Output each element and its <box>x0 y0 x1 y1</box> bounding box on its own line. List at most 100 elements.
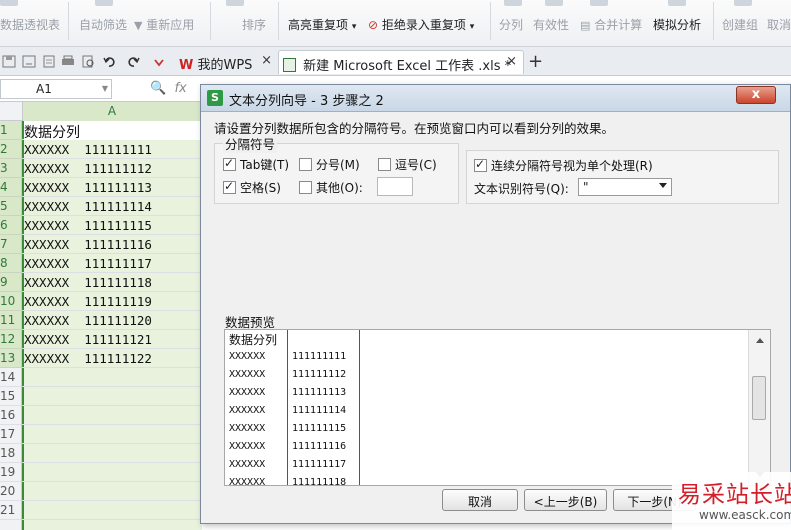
space-checkbox-box[interactable] <box>223 179 236 194</box>
dialog-title-bar[interactable]: S 文本分列向导 - 3 步骤之 2 <box>201 85 790 112</box>
column-header-a-label: A <box>107 104 117 118</box>
semicolon-checkbox-box[interactable] <box>299 158 312 171</box>
row-header[interactable]: 1 <box>0 121 21 140</box>
create-group-label: 创建组 <box>722 18 759 32</box>
other-checkbox[interactable]: 其他(O): <box>299 179 363 196</box>
data-preview-pane[interactable]: XXXXXX 111111118 XXXXXX 111111117 XXXXXX 1111… <box>224 329 771 486</box>
dialog-title: 文本分列向导 - 3 步骤之 2 <box>229 94 384 109</box>
close-tab-icon[interactable]: × <box>261 53 272 68</box>
cell[interactable]: XXXXXX 111111113 <box>24 178 152 197</box>
customize-toolbar-icon[interactable] <box>152 55 166 68</box>
cell[interactable]: XXXXXX 111111116 <box>24 235 152 254</box>
name-box-value: A1 <box>36 82 52 96</box>
other-checkbox-label: 其他(O): <box>316 181 363 195</box>
cell[interactable]: XXXXXX 111111111 <box>24 140 152 159</box>
close-tab-icon[interactable]: × <box>506 54 517 69</box>
close-dialog-button[interactable]: x <box>736 86 776 104</box>
consecutive-checkbox-label: 连续分隔符号视为单个处理(R) <box>491 159 653 173</box>
text-qualifier-value: " <box>583 180 589 194</box>
row-header[interactable]: 5 <box>0 197 21 216</box>
select-all-corner[interactable] <box>0 102 22 121</box>
row-header[interactable]: 12 <box>0 330 21 349</box>
row-header[interactable]: 21 <box>0 501 21 520</box>
cell[interactable]: XXXXXX 111111119 <box>24 292 152 311</box>
tab-checkbox-box[interactable] <box>223 156 236 171</box>
consolidate-label: 合并计算 <box>594 18 643 32</box>
zoom-icon[interactable]: 🔍 <box>150 81 166 96</box>
print-preview-icon[interactable] <box>81 55 95 68</box>
row-header[interactable]: 7 <box>0 235 21 254</box>
back-button[interactable]: <上一步(B) <box>524 489 607 511</box>
semicolon-checkbox[interactable]: 分号(M) <box>299 156 360 173</box>
save-as-icon[interactable] <box>22 55 36 68</box>
column-break-line[interactable] <box>359 330 360 485</box>
row-header[interactable]: 17 <box>0 425 21 444</box>
preview-vertical-scrollbar[interactable] <box>748 330 770 485</box>
save-icon[interactable] <box>2 55 16 68</box>
watermark-url: www.easck.com <box>699 508 791 522</box>
consecutive-delimiter-checkbox[interactable]: 连续分隔符号视为单个处理(R) <box>474 157 653 174</box>
preview-cell: XXXXXX <box>229 351 266 362</box>
split-icon <box>504 0 522 6</box>
row-header[interactable]: 3 <box>0 159 21 178</box>
scroll-up-icon[interactable] <box>756 338 764 343</box>
other-checkbox-box[interactable] <box>299 181 312 194</box>
text-qualifier-select[interactable]: " <box>578 178 672 196</box>
cell[interactable]: XXXXXX 111111112 <box>24 159 152 178</box>
column-header-a[interactable]: A <box>22 102 202 121</box>
cell[interactable]: XXXXXX 111111122 <box>24 349 152 368</box>
new-tab-button[interactable]: + <box>528 51 543 72</box>
row-header[interactable]: 15 <box>0 387 21 406</box>
comma-checkbox-box[interactable] <box>378 158 391 171</box>
preview-cell: XXXXXX <box>229 405 266 416</box>
row-header[interactable]: 16 <box>0 406 21 425</box>
name-box[interactable]: A1 ▼ <box>0 79 112 99</box>
row-header[interactable]: 14 <box>0 368 21 387</box>
row-header[interactable]: 11 <box>0 311 21 330</box>
reject-duplicates-label: 拒绝录入重复项 <box>381 18 466 32</box>
export-icon[interactable] <box>42 55 56 68</box>
cell[interactable]: XXXXXX 111111118 <box>24 273 152 292</box>
cell-a1[interactable]: 数据分列 <box>24 121 202 141</box>
row-header[interactable]: 8 <box>0 254 21 273</box>
column-break-line[interactable] <box>287 330 288 485</box>
row-header[interactable]: 2 <box>0 140 21 159</box>
cell[interactable]: XXXXXX 111111121 <box>24 330 152 349</box>
row-header[interactable]: 10 <box>0 292 21 311</box>
fx-icon[interactable]: fx <box>174 81 186 96</box>
autofilter-icon <box>95 0 113 6</box>
print-icon[interactable] <box>61 55 75 68</box>
row-header[interactable]: 19 <box>0 463 21 482</box>
tab-checkbox-label: Tab键(T) <box>240 158 290 172</box>
autofilter-label: 自动筛选 <box>79 18 128 32</box>
scroll-thumb[interactable] <box>752 376 766 420</box>
cell[interactable]: XXXXXX 111111114 <box>24 197 152 216</box>
consecutive-checkbox-box[interactable] <box>474 157 487 172</box>
row-header[interactable]: 6 <box>0 216 21 235</box>
reject-icon: ⊘ <box>368 18 379 32</box>
ribbon-separator <box>713 2 714 40</box>
preview-cell: 111111118 <box>292 477 347 486</box>
undo-icon[interactable] <box>103 55 117 68</box>
comma-checkbox[interactable]: 逗号(C) <box>378 156 437 173</box>
row-header[interactable]: 13 <box>0 349 21 368</box>
cell[interactable]: XXXXXX 111111117 <box>24 254 152 273</box>
tab-workbook[interactable]: 新建 Microsoft Excel 工作表 .xls * × <box>278 50 524 74</box>
preview-row: XXXXXX 111111115 <box>225 420 755 438</box>
space-checkbox[interactable]: 空格(S) <box>223 179 281 196</box>
row-header[interactable]: 4 <box>0 178 21 197</box>
tab-my-wps[interactable]: W 我的WPS × <box>175 50 278 74</box>
row-header[interactable]: 18 <box>0 444 21 463</box>
tab-checkbox[interactable]: Tab键(T) <box>223 156 289 173</box>
other-delimiter-input[interactable] <box>377 177 413 196</box>
row-header[interactable]: 9 <box>0 273 21 292</box>
cell[interactable]: XXXXXX 111111120 <box>24 311 152 330</box>
preview-cell: 111111111 <box>292 351 347 362</box>
tab-bar: W 我的WPS × 新建 Microsoft Excel 工作表 .xls * … <box>0 47 791 76</box>
cell[interactable]: XXXXXX 111111115 <box>24 216 152 235</box>
preview-cell: XXXXXX <box>229 423 266 434</box>
ribbon: 数据透视表 自动筛选 ▼ 重新应用 排序 高亮重复项 ▾ ⊘ 拒绝录入重复项 ▾… <box>0 0 791 47</box>
redo-icon[interactable] <box>126 55 140 68</box>
row-header[interactable]: 20 <box>0 482 21 501</box>
cancel-button[interactable]: 取消 <box>442 489 518 511</box>
